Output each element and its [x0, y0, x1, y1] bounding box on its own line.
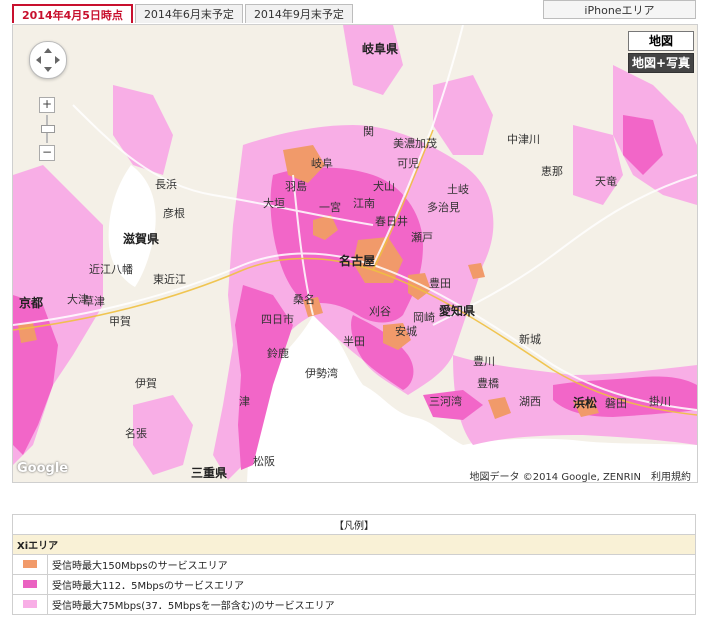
label-kyoto: 京都: [19, 295, 43, 310]
label-seto: 瀬戸: [411, 230, 433, 244]
pan-arrows-icon: [36, 48, 60, 72]
zoom-slider-track[interactable]: [41, 115, 55, 143]
tab-2014-06-end[interactable]: 2014年6月末予定: [134, 4, 243, 23]
legend-table: 【凡例】 Xiエリア 受信時最大150Mbpsのサービスエリア 受信時最大112…: [12, 514, 696, 615]
label-mie-pref: 三重県: [191, 465, 227, 480]
label-gifu-pref: 岐阜県: [362, 41, 398, 56]
label-nagoya: 名古屋: [339, 253, 375, 268]
tab-2014-09-end[interactable]: 2014年9月末予定: [244, 4, 353, 23]
label-kariya: 刈谷: [369, 305, 391, 318]
zoom-control: + −: [39, 97, 55, 161]
legend-label-75mbps: 受信時最大75Mbps(37．5Mbpsを一部含む)のサービスエリア: [47, 594, 696, 615]
label-matsusaka: 松阪: [253, 454, 275, 468]
legend-label-150mbps: 受信時最大150Mbpsのサービスエリア: [47, 554, 696, 575]
label-hamamatsu: 浜松: [573, 395, 597, 410]
zoom-in-button[interactable]: +: [39, 97, 55, 113]
label-nabari: 名張: [125, 426, 147, 440]
label-kakegawa: 掛川: [649, 394, 671, 408]
label-anjo: 安城: [395, 324, 417, 338]
pan-control[interactable]: [29, 41, 67, 79]
map-canvas: 岐阜県 岐阜 大垣 羽島 一宮 江南 春日井 犬山 可児 美濃加茂 関 多治見 …: [13, 25, 697, 482]
map-type-button[interactable]: 地図: [628, 31, 694, 51]
swatch-75mbps: [23, 600, 37, 608]
label-omi-hachiman: 近江八幡: [89, 262, 133, 276]
label-kuwana: 桑名: [293, 292, 315, 306]
label-minokamo: 美濃加茂: [393, 136, 437, 150]
legend-row: 受信時最大75Mbps(37．5Mbpsを一部含む)のサービスエリア: [12, 594, 696, 615]
label-yokkaichi: 四日市: [261, 312, 294, 326]
swatch-112mbps: [23, 580, 37, 588]
map-copyright[interactable]: 地図データ ©2014 Google, ZENRIN 利用規約: [467, 468, 693, 482]
label-nagahama: 長浜: [155, 178, 177, 191]
tab-2014-04-05[interactable]: 2014年4月5日時点: [12, 4, 133, 23]
label-higashiomi: 東近江: [153, 273, 186, 286]
label-nakatsugawa: 中津川: [507, 133, 540, 146]
legend-label-112mbps: 受信時最大112．5Mbpsのサービスエリア: [47, 574, 696, 595]
legend-row: 受信時最大112．5Mbpsのサービスエリア: [12, 574, 696, 595]
label-konan: 江南: [353, 197, 375, 210]
label-kosai: 湖西: [519, 395, 541, 408]
label-gifu: 岐阜: [311, 157, 333, 170]
label-ogaki: 大垣: [263, 196, 285, 210]
label-shinshiro: 新城: [519, 332, 541, 346]
zoom-out-button[interactable]: −: [39, 145, 55, 161]
label-tsu: 津: [239, 395, 250, 408]
zoom-slider-handle[interactable]: [41, 125, 55, 133]
label-ichinomiya: 一宮: [319, 200, 341, 214]
label-aichi-pref: 愛知県: [439, 303, 475, 318]
coverage-map[interactable]: 岐阜県 岐阜 大垣 羽島 一宮 江南 春日井 犬山 可児 美濃加茂 関 多治見 …: [12, 24, 698, 483]
label-mikawa-bay: 三河湾: [429, 394, 462, 408]
legend-section: Xiエリア: [12, 534, 696, 555]
label-inuyama: 犬山: [373, 179, 395, 193]
label-tenryu: 天竜: [595, 174, 617, 188]
label-iwata: 磐田: [605, 396, 627, 410]
label-iga: 伊賀: [135, 377, 157, 390]
legend-row: 受信時最大150Mbpsのサービスエリア: [12, 554, 696, 575]
label-tajimi: 多治見: [427, 200, 460, 214]
legend-title: 【凡例】: [12, 514, 696, 535]
swatch-150mbps: [23, 560, 37, 568]
label-suzuka: 鈴鹿: [267, 346, 289, 360]
label-otsu: 大津: [67, 292, 89, 306]
label-seki: 関: [363, 125, 374, 138]
label-toki: 土岐: [447, 183, 469, 196]
label-shiga-pref: 滋賀県: [123, 231, 159, 246]
label-koka: 甲賀: [109, 315, 131, 328]
label-toyota: 豊田: [429, 277, 451, 290]
period-tabs: 2014年4月5日時点 2014年6月末予定 2014年9月末予定: [12, 4, 353, 24]
label-kasugai: 春日井: [375, 214, 408, 228]
label-okazaki: 岡崎: [413, 310, 435, 324]
label-hashima: 羽島: [285, 179, 307, 193]
label-hikone: 彦根: [163, 206, 185, 220]
map-photo-type-button[interactable]: 地図+写真: [628, 53, 694, 73]
iphone-area-button[interactable]: iPhoneエリア: [543, 0, 696, 19]
label-toyohashi: 豊橋: [477, 376, 499, 390]
label-toyokawa: 豊川: [473, 355, 495, 368]
label-ena: 恵那: [541, 164, 563, 178]
google-logo: Google: [17, 461, 69, 476]
label-kani: 可児: [397, 157, 419, 170]
label-ise-bay: 伊勢湾: [305, 366, 338, 380]
label-handa: 半田: [343, 334, 365, 348]
